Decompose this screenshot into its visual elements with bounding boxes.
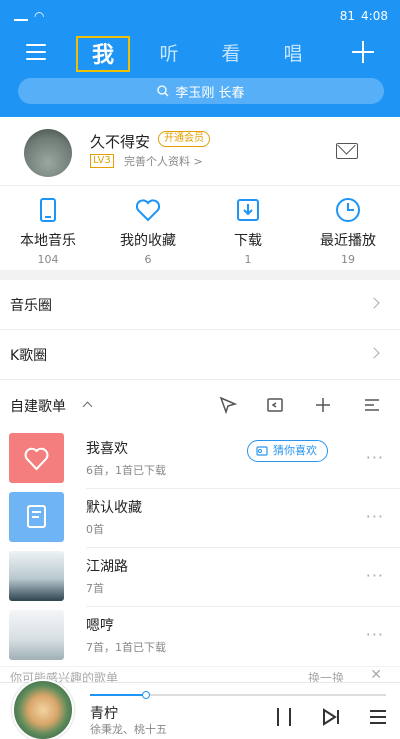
more-icon[interactable]: ··· [366,625,384,644]
clock-icon [336,198,360,222]
local-music-button[interactable]: 本地音乐 104 [8,196,88,266]
playlist-cover [9,610,64,660]
chevron-right-icon [368,297,380,309]
wifi-icon: ◠ [34,9,45,23]
search-placeholder: 李玉刚 长春 [175,85,245,101]
playlist-sub: 6首，1首已下载 [86,464,166,477]
playlist-name: 我喜欢 [86,441,128,457]
header: ◠ 81 4:08 我 听 看 唱 李玉刚 长春 [0,0,400,117]
collapse-icon[interactable] [82,401,93,412]
radio-icon [256,446,268,456]
send-icon[interactable] [218,395,238,415]
playlist-cover [9,433,64,483]
profile-card[interactable]: 久不得安 开通会员 LV3 完善个人资料 > [0,117,400,185]
song-artist: 徐秉龙、桃十五 [90,723,167,736]
favorites-count: 6 [144,253,152,266]
complete-profile-link[interactable]: 完善个人资料 > [124,153,203,169]
playlist-item-enheng[interactable]: 嗯哼 7首，1首已下载 ··· [0,607,400,666]
guess-you-like-button[interactable]: 猜你喜欢 [247,440,328,462]
menu-icon[interactable] [26,44,46,60]
heart-icon [24,447,49,471]
signal-icon [14,11,28,21]
add-playlist-icon[interactable] [313,395,333,415]
playlists-header: 自建歌单 [0,380,400,430]
more-icon[interactable]: ··· [366,507,384,526]
music-circle-row[interactable]: 音乐圈 [0,280,400,330]
vip-badge[interactable]: 开通会员 [158,131,210,147]
next-icon[interactable] [321,708,341,726]
top-nav: 我 听 看 唱 [0,32,400,76]
favorites-label: 我的收藏 [120,233,176,249]
playlists-title: 自建歌单 [10,399,66,415]
progress-thumb[interactable] [142,691,151,699]
tab-sing[interactable]: 唱 [266,36,320,72]
pause-icon[interactable] [277,708,291,726]
add-button[interactable] [352,41,374,63]
local-music-label: 本地音乐 [20,233,76,249]
phone-icon [40,198,56,222]
quick-access: 本地音乐 104 我的收藏 6 下载 1 最近播放 19 [0,185,400,270]
download-label: 下载 [234,233,262,249]
more-icon[interactable]: ··· [366,448,384,467]
import-icon[interactable] [265,395,285,415]
manage-icon[interactable] [362,395,382,415]
mail-icon[interactable] [336,143,358,159]
battery-level: 81 [339,9,356,23]
download-button[interactable]: 下载 1 [208,196,288,266]
recent-play-count: 19 [341,253,355,266]
playlist-sub: 0首 [86,523,104,536]
playlist-name: 江湖路 [86,559,128,575]
playlist-item-default[interactable]: 默认收藏 0首 ··· [0,489,400,548]
recent-play-label: 最近播放 [320,233,376,249]
chevron-right-icon [368,347,380,359]
mini-player[interactable]: 青柠 徐秉龙、桃十五 [0,679,400,739]
status-time: 4:08 [361,9,388,23]
download-count: 1 [244,253,252,266]
song-title: 青柠 [90,706,118,722]
favorites-button[interactable]: 我的收藏 6 [108,196,188,266]
heart-icon [135,199,161,222]
album-art[interactable] [12,679,74,739]
playlist-cover [9,492,64,542]
tab-watch[interactable]: 看 [204,36,258,72]
download-icon [237,199,259,221]
playlist-icon[interactable] [368,708,388,726]
playlist-name: 默认收藏 [86,500,142,516]
music-circle-label: 音乐圈 [10,298,52,314]
playlist-cover [9,551,64,601]
tab-me[interactable]: 我 [76,36,130,72]
level-badge: LV3 [90,154,114,168]
more-icon[interactable]: ··· [366,566,384,585]
avatar[interactable] [24,129,72,177]
progress-bar[interactable] [90,691,386,699]
search-input[interactable]: 李玉刚 长春 [18,78,384,104]
guess-label: 猜你喜欢 [273,444,317,457]
recent-play-button[interactable]: 最近播放 19 [308,196,388,266]
playlist-sub: 7首 [86,582,104,595]
playlist-sub: 7首，1首已下载 [86,641,166,654]
search-icon [157,85,169,97]
nickname: 久不得安 [90,133,151,151]
karaoke-circle-label: K歌圈 [10,348,48,364]
playlist-name: 嗯哼 [86,618,114,634]
karaoke-circle-row[interactable]: K歌圈 [0,330,400,380]
note-icon [27,505,46,528]
status-bar: ◠ 81 4:08 [0,0,400,32]
playlist-item-jianghu[interactable]: 江湖路 7首 ··· [0,548,400,607]
close-icon[interactable]: ✕ [370,667,382,683]
progress-fill [90,694,147,696]
tab-listen[interactable]: 听 [142,36,196,72]
local-music-count: 104 [37,253,59,266]
playlist-item-favorite[interactable]: 我喜欢 6首，1首已下载 猜你喜欢 ··· [0,430,400,489]
